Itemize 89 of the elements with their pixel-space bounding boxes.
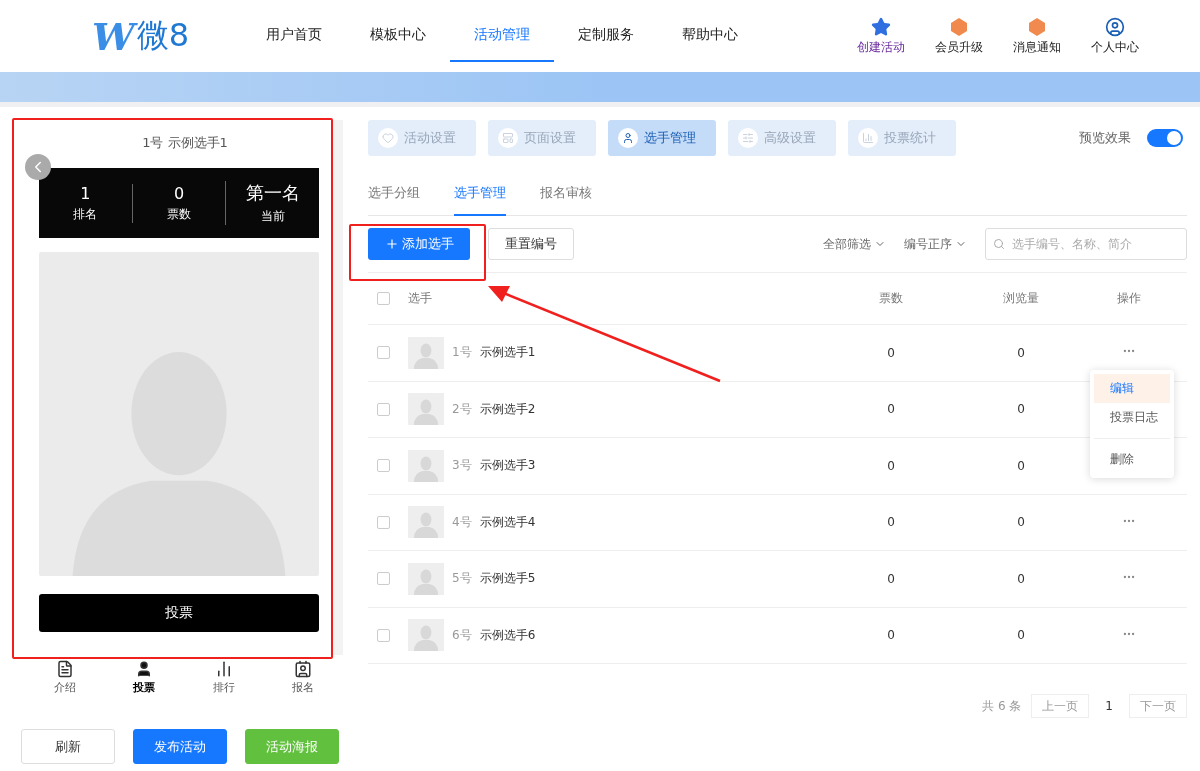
stat-value: 第一名 (245, 181, 300, 205)
table-cell-text: 0 (1016, 458, 1026, 473)
badge-icon (949, 16, 969, 37)
table-cell-text: 0 (886, 402, 896, 417)
checkbox[interactable] (377, 402, 390, 416)
player-number: 2号 (452, 400, 472, 418)
player-number: 1号 (452, 344, 472, 362)
header-action[interactable]: 会员升级 (928, 16, 990, 56)
search-field[interactable]: 选手编号、名称、简介 (985, 228, 1187, 260)
star-icon (871, 16, 891, 37)
reset-number-button[interactable]: 重置编号 (488, 228, 574, 260)
document-icon (55, 660, 74, 678)
player-number: 6号 (452, 626, 472, 644)
player-number: 3号 (452, 457, 472, 475)
checkbox[interactable] (377, 515, 390, 529)
column-header: 浏览量 (1002, 290, 1040, 307)
column-header: 操作 (1116, 290, 1142, 307)
sub-tab[interactable]: 报名审核 (540, 180, 592, 216)
table-cell-text: 0 (1016, 628, 1026, 643)
checkbox[interactable] (377, 572, 390, 586)
filter-dropdown[interactable]: 编号正序 (904, 235, 967, 253)
table-cell-text: 0 (886, 345, 896, 360)
table-cell-text: 0 (1016, 515, 1026, 530)
column-header: 票数 (878, 290, 904, 307)
sub-tab[interactable]: 选手分组 (368, 180, 420, 216)
checkbox[interactable] (377, 346, 390, 360)
stat-value: 1 (80, 183, 91, 203)
player-number: 4号 (452, 513, 472, 531)
toggle-label: 预览效果 (1079, 129, 1131, 147)
page-icon (502, 132, 514, 144)
player-name: 示例选手5 (479, 570, 536, 588)
filter-dropdown[interactable]: 全部筛选 (823, 235, 886, 253)
menu-item[interactable]: 删除 (1094, 438, 1170, 474)
bottom-nav-item[interactable]: 介绍 (25, 660, 105, 695)
player-number: 5号 (452, 570, 472, 588)
player-name: 示例选手4 (479, 513, 536, 531)
column-header: 选手 (408, 290, 433, 307)
menu-item[interactable]: 编辑 (1094, 374, 1170, 403)
menu-item[interactable]: 投票日志 (1094, 403, 1170, 432)
bottom-nav-item[interactable]: 投票 (104, 660, 184, 695)
preview-title: 1号 示例选手1 (141, 134, 229, 152)
header-action[interactable]: 个人中心 (1084, 16, 1146, 56)
logo[interactable]: W微8 (92, 13, 242, 59)
stat-label: 票数 (167, 205, 191, 223)
table-cell-text: 0 (1016, 402, 1026, 417)
nav-item[interactable]: 用户首页 (242, 10, 346, 62)
page-number[interactable]: 1 (1099, 699, 1119, 713)
plus-icon (384, 237, 399, 251)
checkbox[interactable] (377, 292, 390, 305)
player-name: 示例选手1 (479, 344, 536, 362)
action-button[interactable]: 刷新 (21, 729, 115, 764)
table-cell-text: 0 (1016, 571, 1026, 586)
bottom-nav-item[interactable]: 排行 (184, 660, 264, 695)
table-cell-text: 0 (886, 628, 896, 643)
back-button[interactable] (25, 154, 51, 180)
header-action[interactable]: 消息通知 (1006, 16, 1068, 56)
heart-icon (382, 132, 394, 144)
settings-tab[interactable]: 选手管理 (608, 120, 716, 156)
player-name: 示例选手3 (479, 457, 536, 475)
nav-item[interactable]: 定制服务 (554, 10, 658, 62)
checkbox[interactable] (377, 459, 390, 473)
vote-button[interactable]: 投票 (39, 594, 319, 632)
table-cell-text: 0 (886, 458, 896, 473)
stat-value: 0 (173, 183, 185, 203)
checkbox[interactable] (377, 628, 390, 642)
search-icon (993, 238, 1005, 250)
badge-icon (1027, 16, 1047, 37)
table-cell-text: 0 (886, 515, 896, 530)
header-action[interactable]: 创建活动 (850, 16, 912, 56)
total-count: 共 6 条 (982, 697, 1022, 715)
stat-label: 排名 (73, 205, 98, 223)
player-name: 示例选手2 (479, 400, 536, 418)
nav-item[interactable]: 活动管理 (450, 10, 554, 62)
bottom-nav-item[interactable]: 报名 (263, 660, 343, 695)
action-button[interactable]: 发布活动 (133, 729, 227, 764)
person-icon (622, 132, 634, 144)
table-cell-text: 0 (1016, 345, 1026, 360)
preview-toggle[interactable] (1147, 129, 1183, 147)
add-player-button[interactable]: 添加选手 (368, 228, 470, 260)
table-cell-text: 0 (886, 571, 896, 586)
sub-tab[interactable]: 选手管理 (454, 180, 506, 216)
player-name: 示例选手6 (479, 626, 536, 644)
nav-item[interactable]: 模板中心 (346, 10, 450, 62)
sliders-icon (742, 132, 754, 144)
chart-icon (862, 132, 874, 144)
stat-label: 当前 (260, 208, 285, 225)
user-icon (1105, 16, 1125, 37)
nav-item[interactable]: 帮助中心 (658, 10, 762, 62)
contact-card-icon (294, 660, 313, 678)
